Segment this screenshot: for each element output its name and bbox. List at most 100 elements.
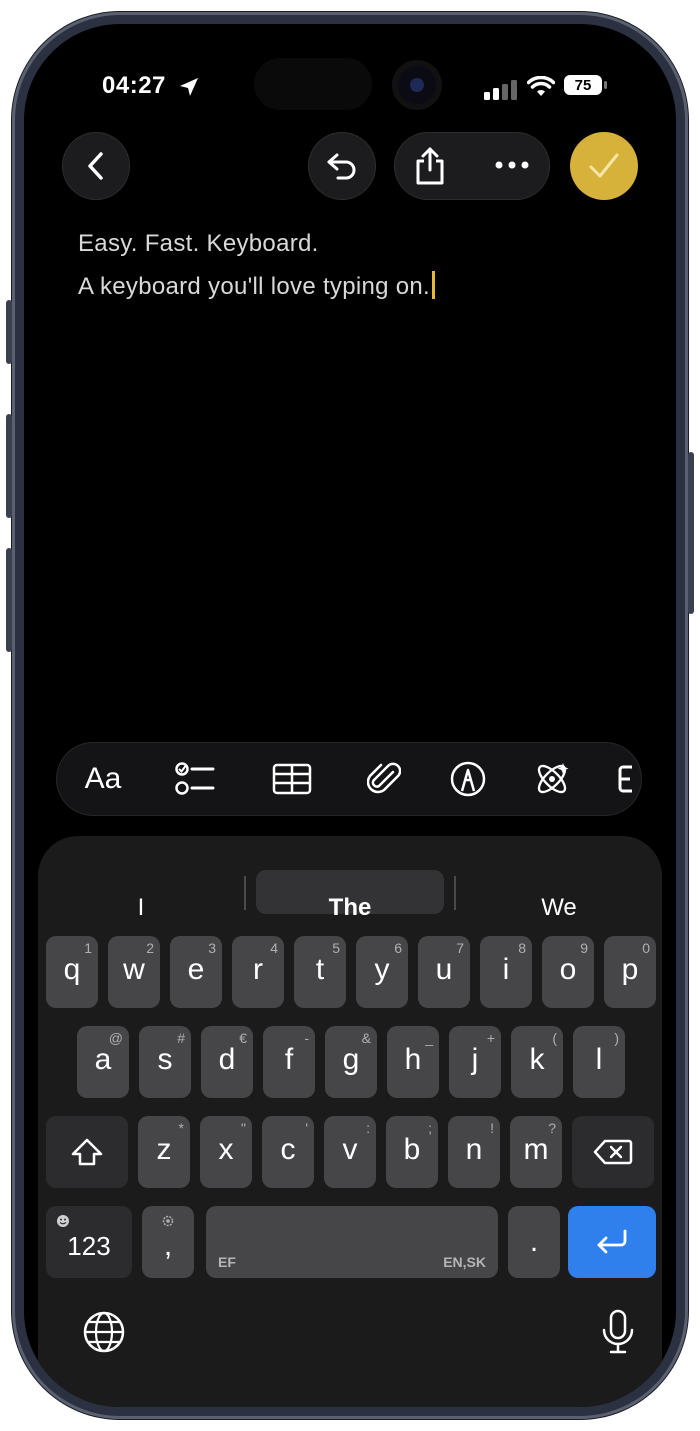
key-s[interactable]: # s bbox=[139, 1026, 191, 1098]
key-alt-label: 9 bbox=[580, 940, 588, 956]
key-d[interactable]: € d bbox=[201, 1026, 253, 1098]
key-letter-label: m bbox=[523, 1133, 549, 1166]
apple-intelligence-button[interactable] bbox=[529, 756, 575, 802]
key-alt-label: * bbox=[178, 1120, 184, 1136]
suggestion-1[interactable]: I bbox=[78, 894, 204, 922]
key-t[interactable]: 5t bbox=[294, 936, 346, 1008]
globe-icon[interactable] bbox=[82, 1310, 126, 1354]
key-alt-label: : bbox=[366, 1120, 370, 1136]
key-h[interactable]: _ h bbox=[387, 1026, 439, 1098]
table-button[interactable] bbox=[269, 756, 315, 802]
key-letter-label: r bbox=[253, 953, 263, 986]
key-n[interactable]: ! n bbox=[448, 1116, 500, 1188]
key-q[interactable]: 1q bbox=[46, 936, 98, 1008]
key-p[interactable]: 0p bbox=[604, 936, 656, 1008]
key-o[interactable]: 9o bbox=[542, 936, 594, 1008]
key-f[interactable]: -f bbox=[263, 1026, 315, 1098]
shift-key[interactable] bbox=[46, 1116, 128, 1188]
space-left-label: EF bbox=[218, 1254, 236, 1270]
microphone-icon[interactable] bbox=[600, 1308, 636, 1356]
key-letter-label: b bbox=[403, 1133, 421, 1166]
share-more-group bbox=[394, 132, 550, 200]
text-cursor bbox=[432, 271, 436, 299]
key-c[interactable]: ' c bbox=[262, 1116, 314, 1188]
return-key[interactable] bbox=[568, 1206, 656, 1278]
key-alt-label: 2 bbox=[146, 940, 154, 956]
action-button bbox=[6, 300, 12, 364]
key-r[interactable]: 4r bbox=[232, 936, 284, 1008]
key-l[interactable]: ) l bbox=[573, 1026, 625, 1098]
key-alt-label: 3 bbox=[208, 940, 216, 956]
back-chevron-icon bbox=[88, 152, 103, 180]
markup-button[interactable] bbox=[445, 756, 491, 802]
key-alt-label: ) bbox=[614, 1030, 619, 1046]
key-g[interactable]: & g bbox=[325, 1026, 377, 1098]
key-a[interactable]: @ a bbox=[77, 1026, 129, 1098]
undo-button[interactable] bbox=[308, 132, 376, 200]
key-e[interactable]: 3e bbox=[170, 936, 222, 1008]
back-button[interactable] bbox=[62, 132, 130, 200]
key-k[interactable]: (k bbox=[511, 1026, 563, 1098]
key-y[interactable]: 6y bbox=[356, 936, 408, 1008]
location-arrow-icon bbox=[180, 78, 198, 96]
key-i[interactable]: 8i bbox=[480, 936, 532, 1008]
checklist-icon bbox=[175, 762, 215, 795]
key-v[interactable]: :v bbox=[324, 1116, 376, 1188]
space-right-label: EN,SK bbox=[443, 1254, 486, 1270]
note-line-2-text: A keyboard you'll love typing on. bbox=[78, 273, 431, 300]
wifi-icon bbox=[527, 76, 555, 96]
key-x[interactable]: " x bbox=[200, 1116, 252, 1188]
battery-icon: 75 bbox=[564, 75, 602, 95]
key-letter-label: e bbox=[187, 953, 205, 986]
key-letter-label: s bbox=[157, 1043, 173, 1076]
battery-nub bbox=[604, 81, 607, 89]
numbers-key[interactable]: 123 bbox=[46, 1206, 132, 1278]
delete-key[interactable] bbox=[572, 1116, 654, 1188]
period-key[interactable]: . bbox=[508, 1206, 560, 1278]
key-alt-label: # bbox=[177, 1030, 185, 1046]
key-alt-label: - bbox=[304, 1030, 309, 1046]
attachment-button[interactable] bbox=[361, 756, 407, 802]
suggestion-divider bbox=[244, 876, 246, 910]
share-icon[interactable] bbox=[412, 146, 448, 186]
key-u[interactable]: 7u bbox=[418, 936, 470, 1008]
key-letter-label: q bbox=[63, 953, 81, 986]
format-toolbar: Aa bbox=[56, 742, 642, 816]
key-alt-label: 8 bbox=[518, 940, 526, 956]
key-z[interactable]: * z bbox=[138, 1116, 190, 1188]
key-letter-label: o bbox=[559, 953, 577, 986]
partial-tool-icon bbox=[618, 765, 632, 793]
more-icon[interactable] bbox=[494, 159, 530, 171]
checklist-button[interactable] bbox=[172, 756, 218, 802]
format-button[interactable]: Aa bbox=[78, 756, 128, 802]
period-label: . bbox=[529, 1225, 539, 1258]
volume-down-button bbox=[6, 548, 12, 652]
suggestion-3[interactable]: We bbox=[492, 894, 626, 922]
paperclip-icon bbox=[367, 762, 401, 794]
key-b[interactable]: ; b bbox=[386, 1116, 438, 1188]
key-letter-label: d bbox=[218, 1043, 236, 1076]
comma-label: , bbox=[163, 1229, 173, 1262]
volume-up-button bbox=[6, 414, 12, 518]
apple-intelligence-icon bbox=[537, 763, 569, 794]
key-alt-label: & bbox=[361, 1030, 371, 1046]
key-alt-label: ! bbox=[490, 1120, 494, 1136]
space-bar[interactable]: EF EN,SK bbox=[206, 1206, 498, 1278]
more-tools-button[interactable] bbox=[618, 756, 642, 802]
note-line-2[interactable]: A keyboard you'll love typing on. bbox=[78, 271, 436, 301]
key-alt-label: 5 bbox=[332, 940, 340, 956]
comma-key[interactable]: , bbox=[142, 1206, 194, 1278]
key-alt-label: 1 bbox=[84, 940, 92, 956]
markup-pen-icon bbox=[450, 761, 486, 797]
settings-gear-icon bbox=[162, 1215, 174, 1227]
key-j[interactable]: + j bbox=[449, 1026, 501, 1098]
checkmark-icon bbox=[589, 153, 619, 178]
key-m[interactable]: ? m bbox=[510, 1116, 562, 1188]
numbers-key-label: 123 bbox=[67, 1230, 111, 1261]
done-button[interactable] bbox=[570, 132, 638, 200]
key-w[interactable]: 2w bbox=[108, 936, 160, 1008]
suggestion-2[interactable]: The bbox=[256, 894, 444, 922]
key-alt-label: ' bbox=[305, 1120, 308, 1136]
key-alt-label: ? bbox=[548, 1120, 556, 1136]
note-line-1[interactable]: Easy. Fast. Keyboard. bbox=[78, 230, 319, 258]
